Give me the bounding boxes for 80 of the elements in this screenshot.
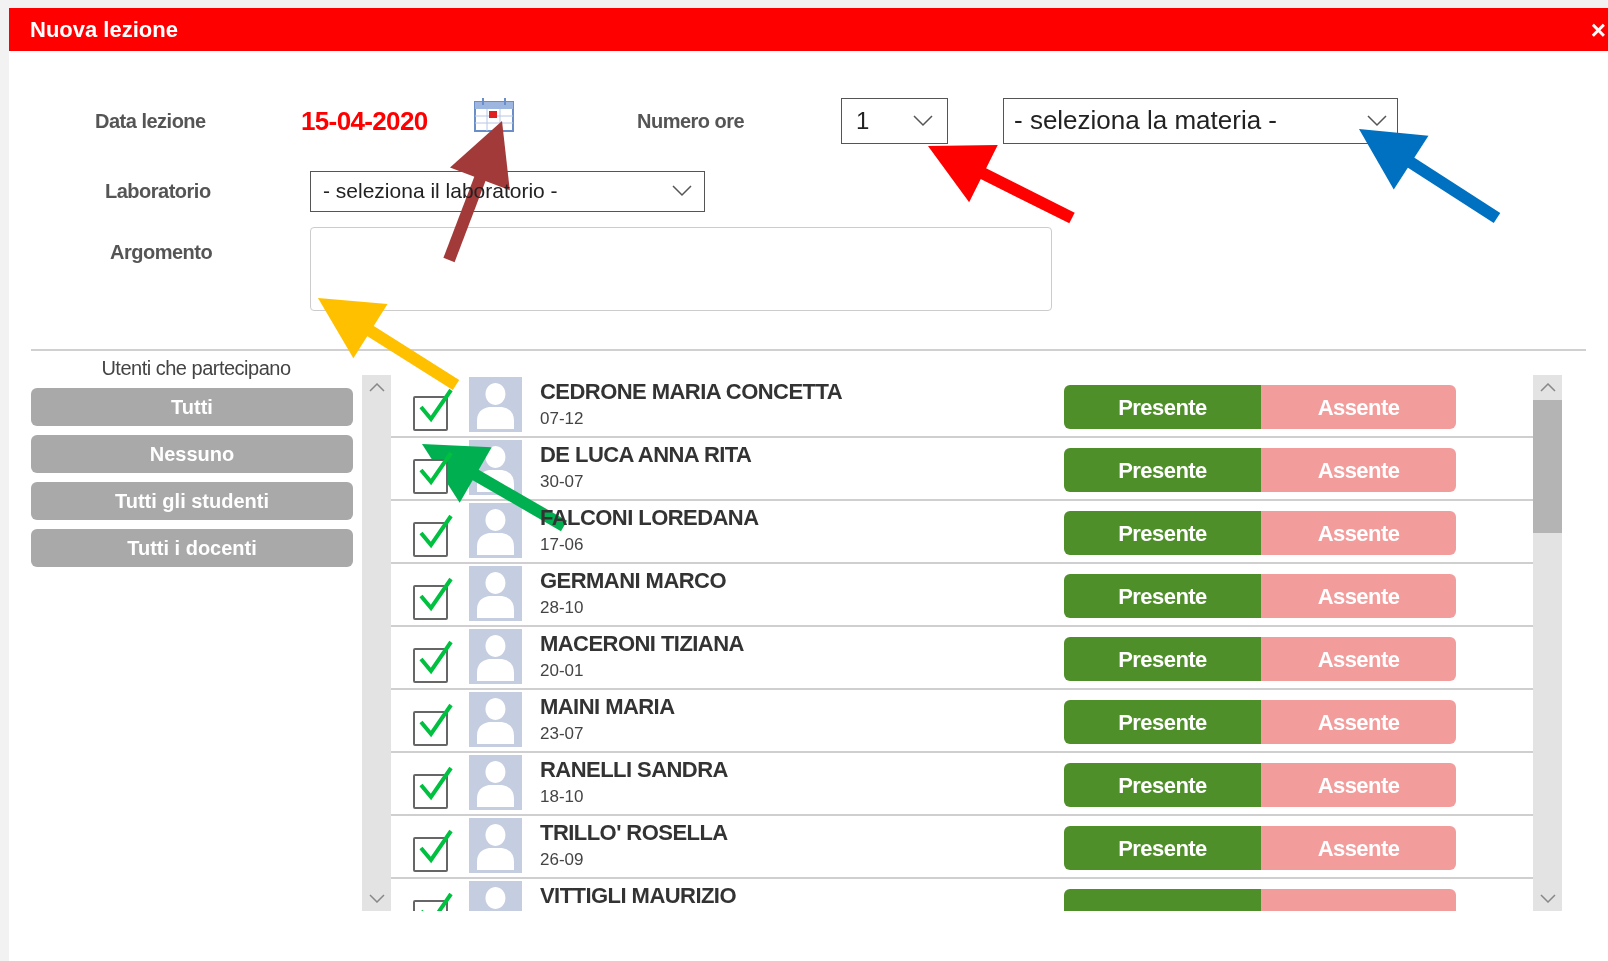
subject-dropdown[interactable]: - seleziona la materia -: [1003, 97, 1398, 144]
checkbox[interactable]: [413, 512, 455, 557]
user-name: GERMANI MARCO: [540, 567, 727, 595]
user-name: MAINI MARIA: [540, 693, 676, 721]
present-button[interactable]: Presente: [1064, 511, 1261, 555]
user-date: 23-07: [540, 723, 585, 745]
avatar-icon: [469, 503, 522, 558]
chevron-up-icon[interactable]: [368, 383, 385, 392]
present-button[interactable]: Presente: [1064, 700, 1261, 744]
checkbox[interactable]: [413, 827, 455, 872]
user-date: 18-10: [540, 786, 585, 808]
scrollbar[interactable]: [362, 375, 391, 911]
absent-button[interactable]: Assente: [1261, 826, 1456, 870]
user-name: VITTIGLI MAURIZIO: [540, 882, 737, 910]
scrollbar[interactable]: [1533, 375, 1562, 911]
filter-button[interactable]: Tutti i docenti: [31, 529, 353, 567]
chevron-down-icon[interactable]: [368, 894, 385, 903]
avatar-icon: [469, 377, 522, 432]
check-icon: [419, 827, 453, 864]
check-icon: [419, 512, 453, 549]
absent-button[interactable]: Assente: [1261, 448, 1456, 492]
present-button[interactable]: Presente: [1064, 637, 1261, 681]
checkbox[interactable]: [413, 638, 455, 683]
topic-field[interactable]: [310, 227, 1052, 311]
chevron-up-icon[interactable]: [1539, 383, 1556, 392]
checkbox[interactable]: [413, 764, 455, 809]
user-name: DE LUCA ANNA RITA: [540, 441, 753, 469]
chevron-down-icon: [913, 114, 933, 127]
field-label: Laboratorio: [104, 179, 212, 204]
present-button[interactable]: Presente: [1064, 763, 1261, 807]
chevron-down-icon[interactable]: [1539, 894, 1556, 903]
user-date: 26-09: [540, 849, 585, 871]
absent-button[interactable]: Assente: [1261, 763, 1456, 807]
filter-button[interactable]: Tutti gli studenti: [31, 482, 353, 520]
hours-dropdown[interactable]: 1: [841, 97, 948, 144]
calendar-icon[interactable]: [473, 97, 515, 133]
avatar-icon: [469, 629, 522, 684]
field-label: Argomento: [109, 240, 214, 265]
dialog-title: Nuova lezione: [30, 16, 178, 44]
scrollbar-thumb[interactable]: [1533, 400, 1562, 533]
check-icon: [419, 386, 453, 423]
user-date: 20-01: [540, 660, 585, 682]
absent-button[interactable]: Assente: [1261, 637, 1456, 681]
user-name: CEDRONE MARIA CONCETTA: [540, 378, 843, 406]
user-date: 30-07: [540, 471, 585, 493]
check-icon: [419, 449, 453, 486]
present-button[interactable]: Presente: [1064, 574, 1261, 618]
check-icon: [419, 701, 453, 738]
filter-button[interactable]: Tutti: [31, 388, 353, 426]
avatar-icon: [469, 818, 522, 873]
user-name: MACERONI TIZIANA: [540, 630, 745, 658]
avatar-icon: [469, 755, 522, 810]
chevron-down-icon: [1367, 114, 1387, 127]
avatar-icon: [469, 566, 522, 621]
checkbox[interactable]: [413, 386, 455, 431]
checkbox[interactable]: [413, 701, 455, 746]
field-label: Numero ore: [637, 109, 746, 134]
present-button[interactable]: Presente: [1064, 826, 1261, 870]
section-title: Utenti che partecipano: [100, 356, 292, 381]
user-date: 28-10: [540, 597, 585, 619]
absent-button[interactable]: Assente: [1261, 511, 1456, 555]
check-icon: [419, 638, 453, 675]
close-button[interactable]: ×: [1590, 16, 1606, 43]
absent-button[interactable]: Assente: [1261, 574, 1456, 618]
field-label: Data lezione: [95, 109, 207, 134]
user-name: TRILLO' ROSELLA: [540, 819, 729, 847]
check-icon: [419, 764, 453, 801]
present-button[interactable]: Presente: [1064, 385, 1261, 429]
avatar-icon: [469, 692, 522, 747]
present-button[interactable]: Presente: [1064, 448, 1261, 492]
user-date: 07-12: [540, 408, 585, 430]
chevron-down-icon: [672, 185, 692, 197]
lesson-date: 15-04-2020: [301, 104, 429, 138]
user-date: 17-06: [540, 534, 585, 556]
checkbox[interactable]: [413, 575, 455, 620]
user-name: RANELLI SANDRA: [540, 756, 729, 784]
absent-button[interactable]: Assente: [1261, 700, 1456, 744]
check-icon: [419, 575, 453, 612]
filter-button[interactable]: Nessuno: [31, 435, 353, 473]
absent-button[interactable]: Assente: [1261, 385, 1456, 429]
